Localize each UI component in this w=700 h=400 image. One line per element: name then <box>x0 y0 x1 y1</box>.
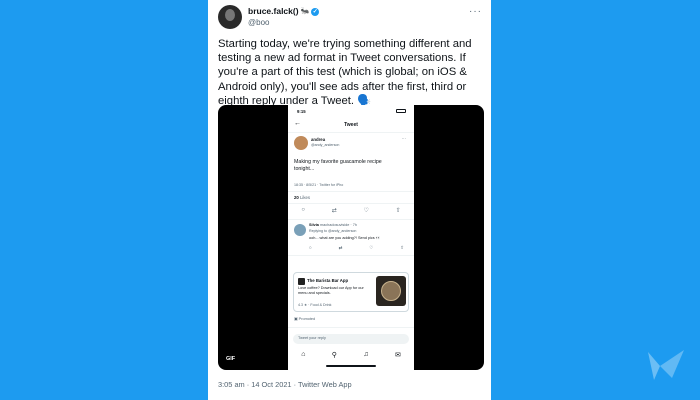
verified-badge-icon: ✓ <box>311 7 320 16</box>
reply-icon: ○ <box>309 245 312 250</box>
share-icon: ⇧ <box>395 208 401 214</box>
home-icon: ⌂ <box>301 351 306 358</box>
ad-app-name: The Barista Bar App <box>307 278 349 283</box>
display-name[interactable]: bruce.falck() 🐜 ✓ <box>248 6 320 17</box>
reply-actions: ○ ⇄ ♡ ⇧ <box>309 245 404 251</box>
watermark-logo-icon <box>648 350 684 380</box>
original-avatar <box>294 136 308 150</box>
reply-avatar <box>294 224 306 236</box>
reply-icon: ○ <box>301 207 305 213</box>
nav-title: Tweet <box>344 122 358 128</box>
retweet-icon: ⇄ <box>338 245 343 250</box>
original-text: Making my favorite guacamole recipe toni… <box>294 159 382 172</box>
ad-text: Love coffee? Download our App for our me… <box>298 286 364 295</box>
battery-icon <box>396 109 406 113</box>
tweet-card: bruce.falck() 🐜 ✓ @boo ··· Starting toda… <box>208 0 491 400</box>
tweet-timestamp[interactable]: 3:05 am · 14 Oct 2021 · Twitter Web App <box>218 380 352 389</box>
original-handle: @andy_anderson <box>311 143 340 147</box>
tweet-media-video[interactable]: 9:15 ← Tweet andrea @andy_anderson ··· M… <box>218 105 484 370</box>
retweet-icon: ⇄ <box>331 208 337 214</box>
promoted-ad-card: The Barista Bar App Love coffee? Downloa… <box>293 272 409 312</box>
home-indicator <box>326 365 376 367</box>
original-actions: ○ ⇄ ♡ ⇧ <box>288 207 414 214</box>
like-icon: ♡ <box>369 245 374 250</box>
notifications-icon: ♫ <box>363 351 369 358</box>
more-options-icon[interactable]: ··· <box>469 6 482 17</box>
search-icon: ⚲ <box>331 352 337 359</box>
ad-rating: 4.3 ★ · Food & Drink <box>298 303 332 307</box>
reply-header: Silvia machadosuviside · 7h <box>309 223 357 227</box>
messages-icon: ✉ <box>394 352 401 359</box>
like-icon: ♡ <box>363 208 369 214</box>
reply-text: ooh... what are you adding?! Send pics 👀 <box>309 236 381 240</box>
likes-row: 20 Likes <box>294 195 311 200</box>
original-meta: 18:35 · 8/5/21 · Twitter for iPho <box>294 183 344 187</box>
ad-image <box>376 276 406 306</box>
avatar[interactable] <box>218 5 242 29</box>
bottom-tab-bar: ⌂ ⚲ ♫ ✉ <box>288 351 414 359</box>
share-icon: ⇧ <box>400 245 404 250</box>
original-name: andrea <box>311 137 326 142</box>
tweet-text: Starting today, we're trying something d… <box>218 38 472 107</box>
promoted-icon: ▣ <box>294 317 298 321</box>
promoted-label: ▣ Promoted <box>294 317 316 321</box>
status-time: 9:15 <box>297 109 306 114</box>
ant-emoji: 🐜 <box>300 8 310 15</box>
reply-input: Tweet your reply <box>293 334 409 344</box>
coffee-image <box>381 281 401 301</box>
phone-screen-recording: 9:15 ← Tweet andrea @andy_anderson ··· M… <box>288 105 414 370</box>
gif-badge: GIF <box>224 355 238 363</box>
tweet-header: bruce.falck() 🐜 ✓ @boo <box>218 5 320 29</box>
original-more-icon: ··· <box>401 136 406 141</box>
replying-to: Replying to @andy_anderson <box>309 229 357 233</box>
ad-logo-icon <box>298 278 305 285</box>
username[interactable]: @boo <box>248 17 319 28</box>
